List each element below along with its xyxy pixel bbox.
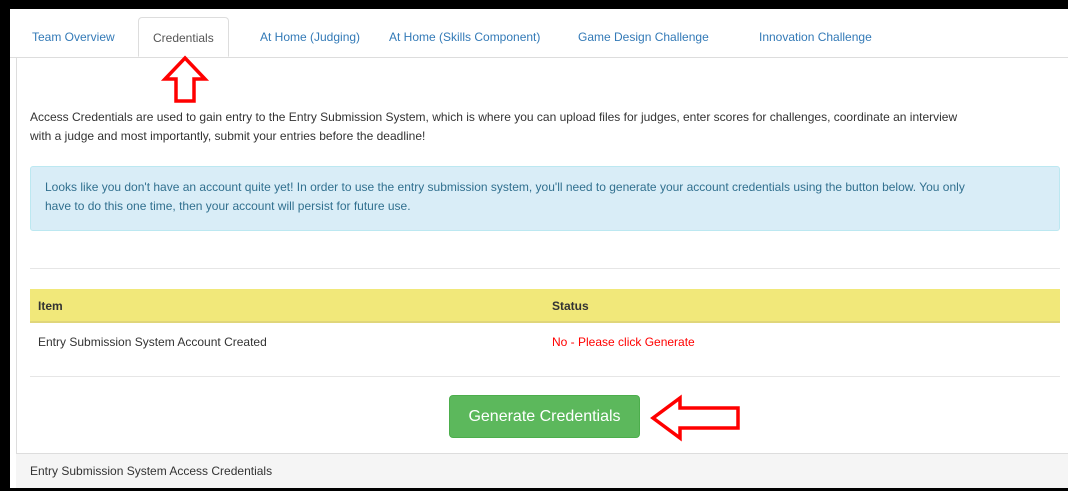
intro-line-2: with a judge and most importantly, submi… (30, 129, 426, 143)
tab-bar: Team Overview Credentials At Home (Judgi… (10, 9, 1068, 58)
generate-credentials-button[interactable]: Generate Credentials (449, 395, 640, 438)
column-header-item: Item (38, 299, 63, 313)
up-arrow-annotation-icon (160, 55, 210, 103)
tab-at-home-skills[interactable]: At Home (Skills Component) (389, 18, 540, 57)
row-item: Entry Submission System Account Created (38, 335, 267, 349)
tab-game-design[interactable]: Game Design Challenge (578, 18, 709, 57)
intro-text: Access Credentials are used to gain entr… (30, 108, 1050, 146)
credentials-panel-header: Entry Submission System Access Credentia… (16, 453, 1068, 488)
row-status: No - Please click Generate (552, 335, 695, 349)
column-header-status: Status (552, 299, 589, 313)
intro-line-1: Access Credentials are used to gain entr… (30, 110, 958, 124)
alert-line-1: Looks like you don't have an account qui… (45, 180, 965, 194)
tab-at-home-judging[interactable]: At Home (Judging) (260, 18, 360, 57)
table-header: Item Status (30, 289, 1060, 323)
tab-team-overview[interactable]: Team Overview (32, 18, 115, 57)
tab-innovation[interactable]: Innovation Challenge (759, 18, 872, 57)
table-row: Entry Submission System Account Created … (30, 325, 1060, 359)
credentials-panel-title: Entry Submission System Access Credentia… (30, 464, 273, 478)
divider (30, 376, 1060, 377)
alert-line-2: have to do this one time, then your acco… (45, 199, 411, 213)
info-alert: Looks like you don't have an account qui… (30, 166, 1060, 231)
divider (30, 268, 1060, 269)
left-arrow-annotation-icon (650, 394, 740, 442)
tab-credentials[interactable]: Credentials (138, 17, 229, 57)
